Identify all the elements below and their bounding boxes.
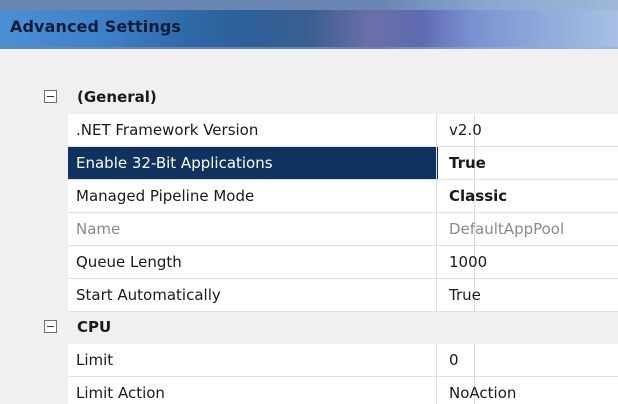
property-value: DefaultAppPool <box>449 220 565 238</box>
property-value[interactable]: NoAction <box>449 384 516 402</box>
property-row-net-framework-version[interactable]: .NET Framework Version v2.0 <box>38 114 618 147</box>
property-name: Queue Length <box>76 253 182 271</box>
column-separator <box>436 147 437 180</box>
category-general[interactable]: (General) <box>38 82 618 114</box>
property-name: .NET Framework Version <box>76 121 259 139</box>
property-row-limit[interactable]: Limit 0 <box>38 344 618 377</box>
column-separator <box>436 344 437 377</box>
property-name: Start Automatically <box>76 286 221 304</box>
category-cpu[interactable]: CPU <box>38 312 618 344</box>
property-row-managed-pipeline-mode[interactable]: Managed Pipeline Mode Classic <box>38 180 618 213</box>
property-value[interactable]: 0 <box>449 351 459 369</box>
collapse-minus-icon[interactable] <box>44 320 57 333</box>
property-name: Managed Pipeline Mode <box>76 187 255 205</box>
property-value[interactable]: 1000 <box>449 253 487 271</box>
property-row-queue-length[interactable]: Queue Length 1000 <box>38 246 618 279</box>
column-separator <box>436 279 437 312</box>
property-name: Name <box>76 220 121 238</box>
category-label: CPU <box>77 318 112 336</box>
property-name-cell <box>68 213 438 245</box>
collapse-minus-icon[interactable] <box>44 90 57 103</box>
property-row-name[interactable]: Name DefaultAppPool <box>38 213 618 246</box>
property-value[interactable]: Classic <box>449 187 507 205</box>
property-value[interactable]: True <box>449 154 486 172</box>
property-grid: (General) .NET Framework Version v2.0 En… <box>38 82 618 404</box>
column-separator <box>436 114 437 147</box>
property-row-start-automatically[interactable]: Start Automatically True <box>38 279 618 312</box>
title-bar: Advanced Settings <box>0 0 618 49</box>
property-value[interactable]: v2.0 <box>449 121 482 139</box>
column-separator <box>436 213 437 246</box>
property-name: Enable 32-Bit Applications <box>76 154 273 172</box>
column-separator <box>436 377 437 404</box>
window-title: Advanced Settings <box>10 17 182 36</box>
category-label: (General) <box>77 88 157 106</box>
property-name: Limit Action <box>76 384 165 402</box>
column-separator <box>436 246 437 279</box>
property-row-limit-action[interactable]: Limit Action NoAction <box>38 377 618 404</box>
column-separator <box>436 180 437 213</box>
property-value[interactable]: True <box>449 286 481 304</box>
property-name: Limit <box>76 351 114 369</box>
property-row-enable-32-bit[interactable]: Enable 32-Bit Applications True <box>38 147 618 180</box>
property-name-cell <box>68 344 438 376</box>
